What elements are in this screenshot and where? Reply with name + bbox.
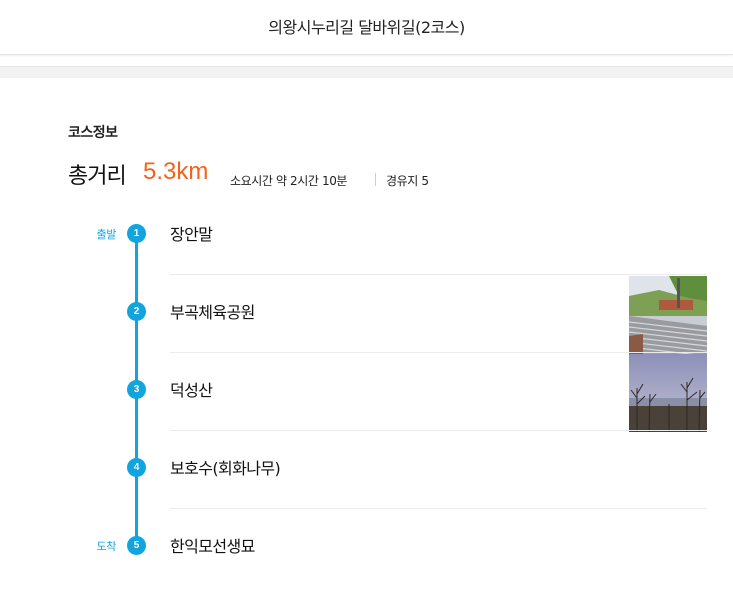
stop-separator [170,352,707,353]
bare-trees-sky-photo[interactable] [629,354,707,432]
route-stop[interactable]: 도착 5 한익모선생묘 [0,536,733,614]
end-tag: 도착 [96,540,117,553]
stop-number-marker: 3 [127,380,146,399]
route-stop[interactable]: 출발 1 장안말 [0,224,733,302]
stop-separator [170,508,707,509]
stop-name: 덕성산 [170,381,213,400]
total-distance-value: 5.3km [143,158,209,185]
top-header: 의왕시누리길 달바위길(2코스) [0,0,733,55]
info-divider [375,173,376,186]
stop-separator [170,430,707,431]
route-stop[interactable]: 4 보호수(회화나무) [0,458,733,536]
waypoint-count: 경유지 5 [386,174,429,188]
stop-name: 보호수(회화나무) [170,459,281,478]
duration-info: 소요시간 약 2시간 10분 [230,174,348,188]
route-stop[interactable]: 2 부곡체육공원 [0,276,733,380]
stop-number-marker: 5 [127,536,146,555]
stop-separator [170,274,707,275]
stop-number-marker: 1 [127,224,146,243]
stop-name: 장안말 [170,225,213,244]
page-title: 의왕시누리길 달바위길(2코스) [268,18,465,37]
start-tag: 출발 [96,228,117,241]
stadium-stairs-photo[interactable] [629,276,707,354]
stop-name: 부곡체육공원 [170,303,255,322]
course-info-heading: 코스정보 [68,125,118,141]
stop-number-marker: 4 [127,458,146,477]
total-distance-label: 총거리 [68,164,127,189]
stop-number-marker: 2 [127,302,146,321]
route-stop[interactable]: 3 덕성산 [0,354,733,458]
stop-name: 한익모선생묘 [170,537,255,556]
section-divider-band [0,66,733,78]
